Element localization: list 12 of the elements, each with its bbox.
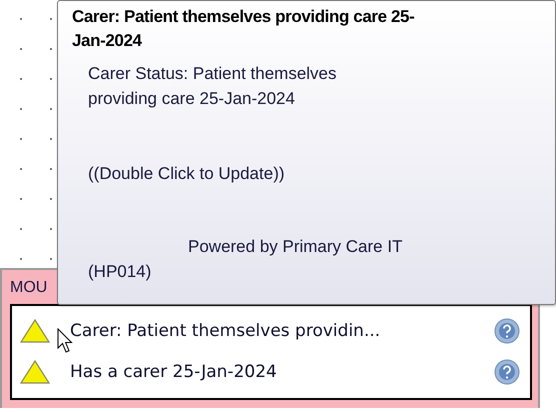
help-icon[interactable] — [494, 358, 520, 384]
mouse-pointer-icon — [57, 328, 73, 354]
carer-status-text: Carer Status: Patient themselves providing care 25-Jan-2024 — [87, 63, 338, 110]
alert-text[interactable]: Carer: Patient themselves providin... — [70, 320, 494, 340]
warning-icon — [20, 360, 50, 384]
alert-text[interactable]: Has a carer 25-Jan-2024 — [70, 362, 494, 382]
warning-icon — [20, 318, 50, 342]
update-hint: ((Double Click to Update)) — [87, 163, 286, 185]
powered-by-text: Powered by Primary Care IT (HP014) — [87, 236, 404, 283]
tooltip-title: Carer: Patient themselves providing care 25-Jan-2024 — [72, 6, 416, 52]
help-icon[interactable] — [494, 318, 520, 344]
panel-label: MOU — [10, 278, 48, 298]
